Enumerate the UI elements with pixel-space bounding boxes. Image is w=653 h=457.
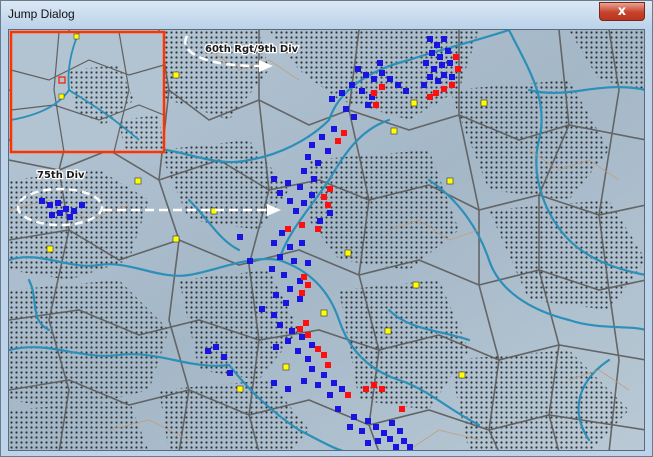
jump-dialog-window: Jump Dialog x 60th Rgt/9th Div 75th Div: [0, 0, 653, 457]
map-view[interactable]: 60th Rgt/9th Div 75th Div: [8, 29, 645, 451]
title-bar[interactable]: Jump Dialog x: [1, 1, 652, 28]
label-75th-div: 75th Div: [37, 170, 85, 181]
window-title: Jump Dialog: [8, 7, 75, 21]
map-canvas[interactable]: 60th Rgt/9th Div 75th Div: [9, 30, 645, 451]
minimap-inset[interactable]: [9, 30, 166, 154]
close-button[interactable]: x: [599, 2, 645, 21]
label-60th-rgt: 60th Rgt/9th Div: [205, 44, 299, 55]
close-icon: x: [617, 4, 627, 19]
